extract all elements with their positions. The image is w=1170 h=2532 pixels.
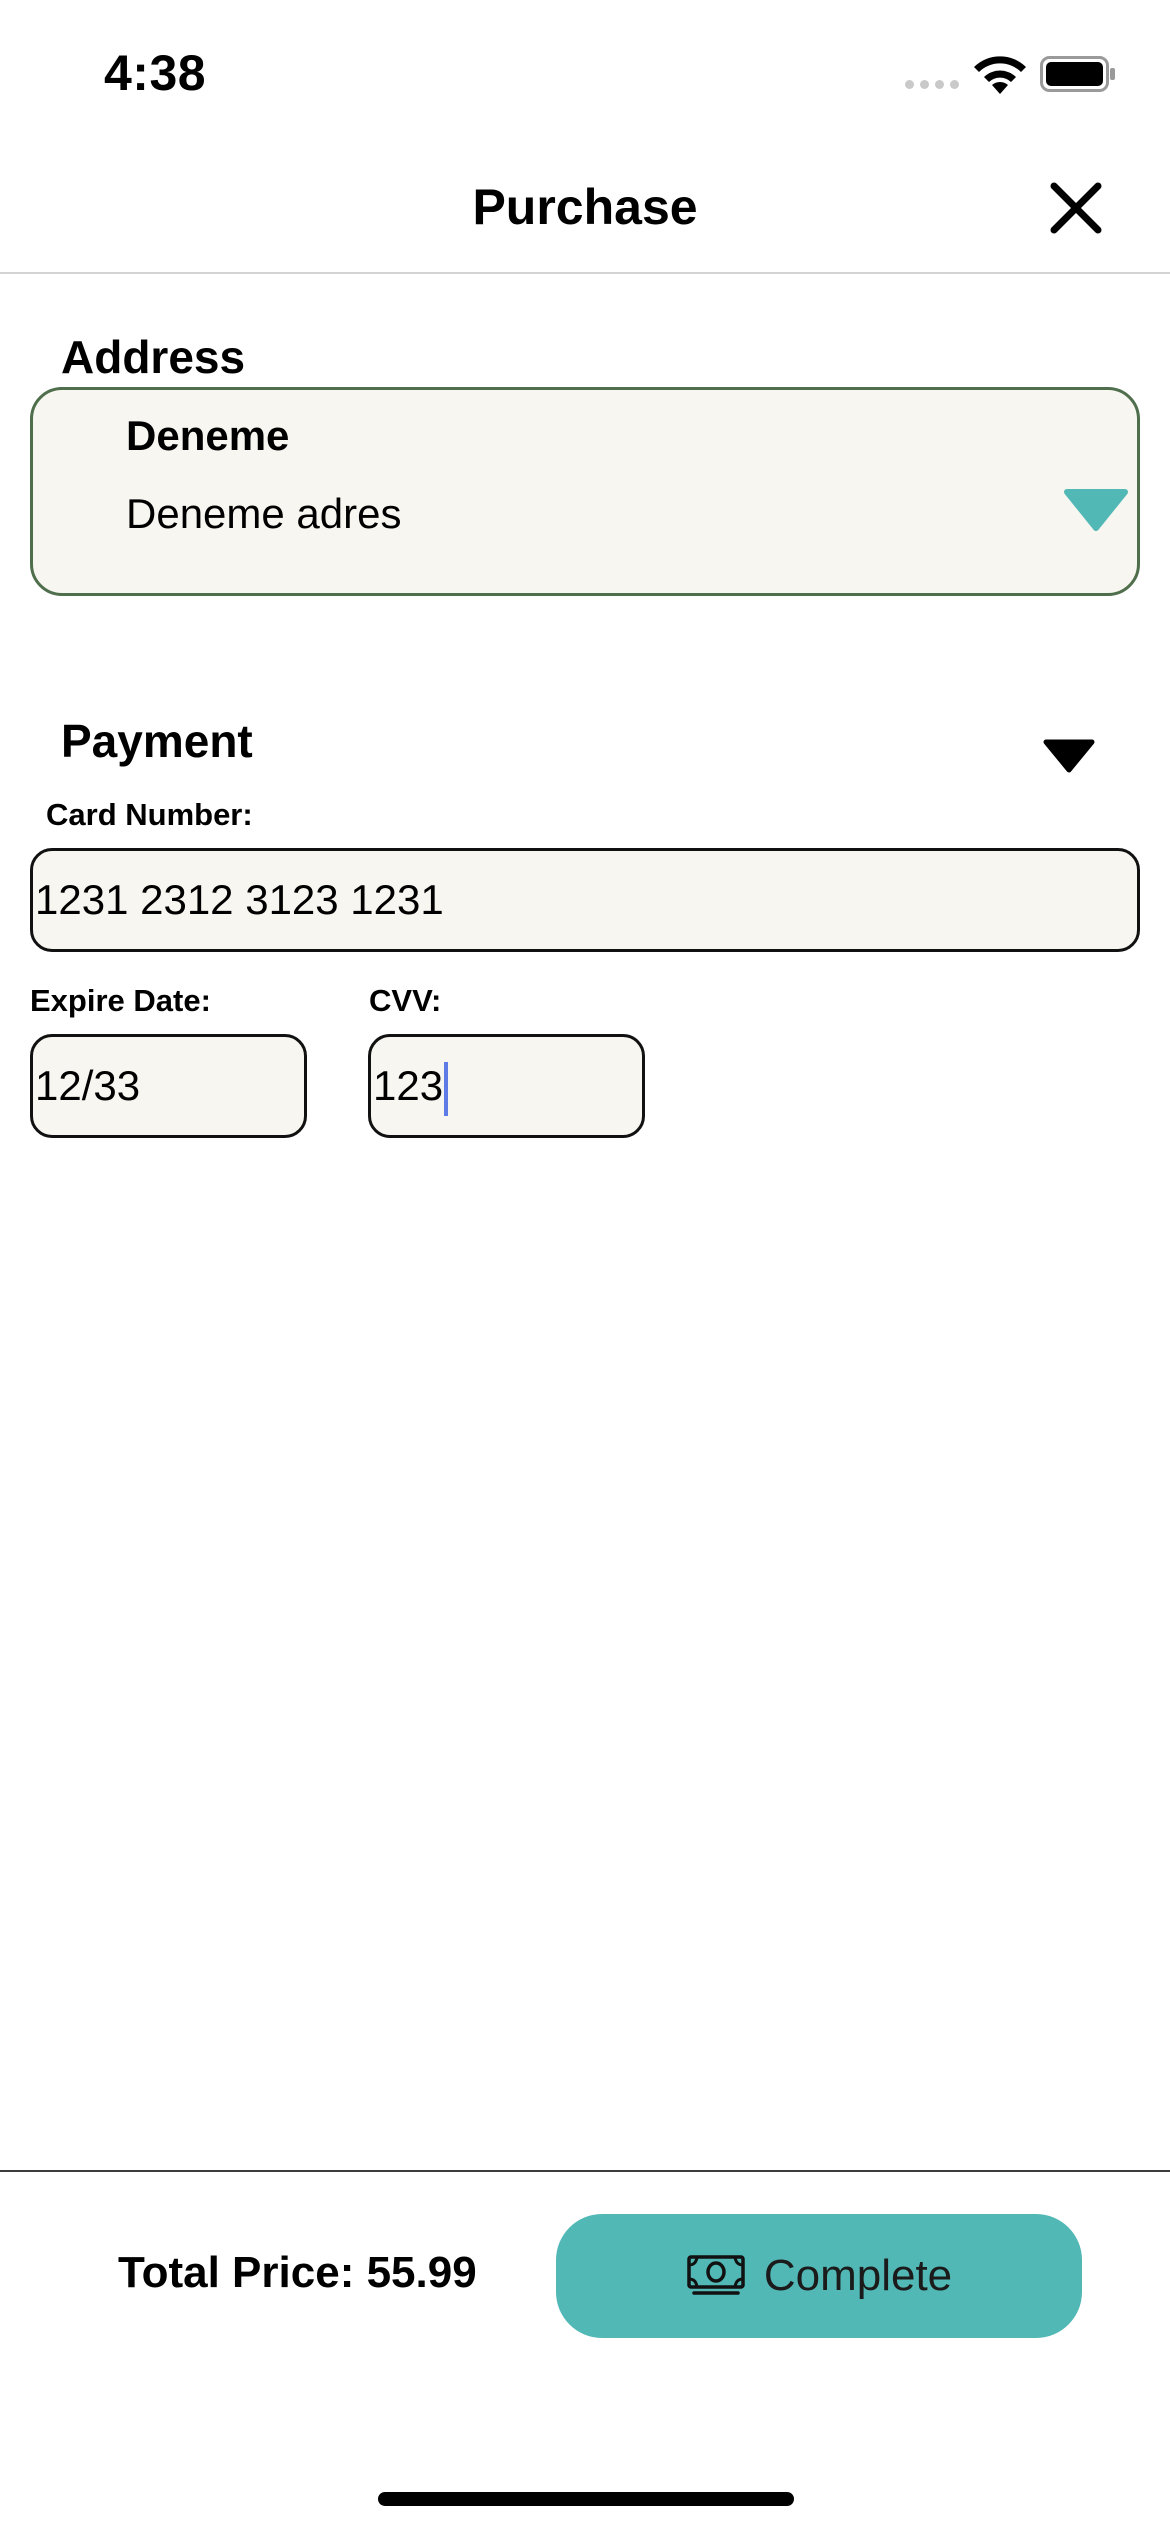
address-dropdown[interactable]: Deneme Deneme adres (30, 387, 1140, 596)
cvv-label: CVV: (369, 983, 442, 1018)
payment-toggle-arrow-icon[interactable] (1042, 738, 1096, 774)
home-indicator[interactable] (378, 2492, 794, 2506)
battery-icon (1040, 56, 1115, 92)
payment-section-title: Payment (61, 715, 253, 767)
cvv-value: 123 (373, 1062, 444, 1109)
text-caret (444, 1061, 449, 1116)
address-section-title: Address (61, 331, 246, 383)
dropdown-arrow-icon (1064, 489, 1128, 531)
expire-date-value: 12/33 (35, 1062, 141, 1109)
address-line: Deneme adres (126, 490, 402, 537)
purchase-screen: 4:38 Purchase Address Deneme Deneme adre… (0, 0, 1170, 2532)
cvv-field[interactable]: 123 (368, 1034, 645, 1138)
status-time: 4:38 (104, 45, 207, 101)
nav-divider (0, 272, 1170, 274)
footer-divider (0, 2170, 1170, 2172)
complete-button[interactable]: Complete (556, 2214, 1082, 2338)
money-icon (687, 2255, 745, 2295)
total-price: Total Price: 55.99 (118, 2248, 477, 2297)
wifi-icon (974, 56, 1026, 94)
expire-date-field[interactable]: 12/33 (30, 1034, 307, 1138)
card-number-field[interactable]: 1231 2312 3123 1231 (30, 848, 1140, 952)
close-icon[interactable] (1046, 178, 1106, 238)
expire-date-label: Expire Date: (30, 983, 211, 1018)
signal-dots-icon (905, 80, 959, 89)
page-title: Purchase (472, 179, 698, 235)
complete-button-label: Complete (763, 2251, 953, 2300)
card-number-value: 1231 2312 3123 1231 (35, 876, 444, 923)
address-name: Deneme (126, 412, 290, 459)
card-number-label: Card Number: (46, 797, 253, 832)
